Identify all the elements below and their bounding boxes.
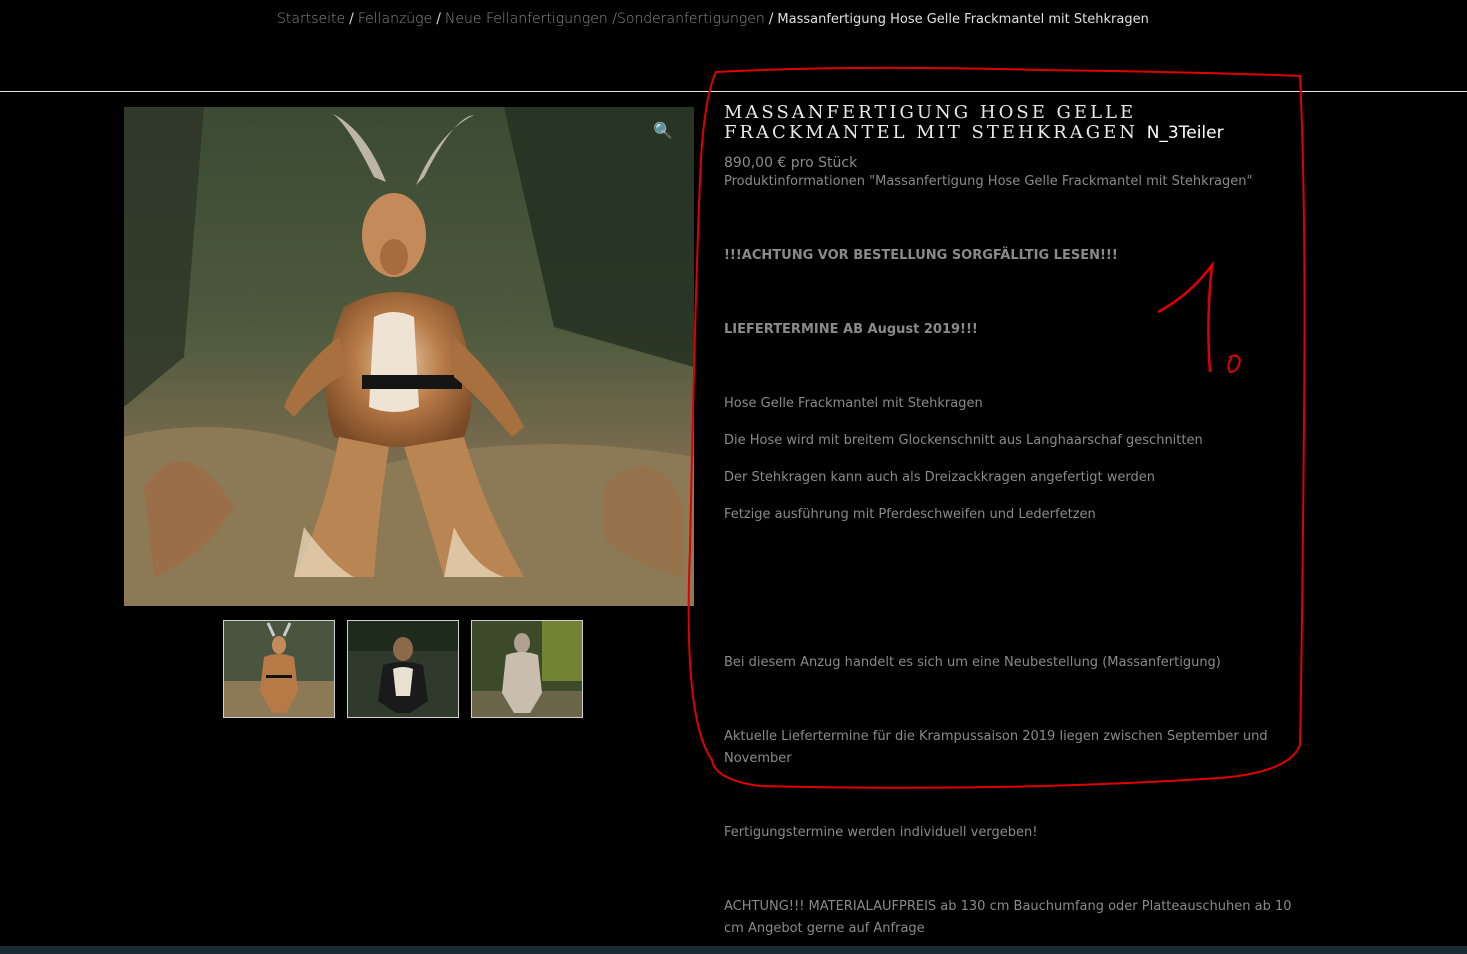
breadcrumb-separator: / [768, 11, 774, 27]
product-title: Massanfertigung Hose Gelle Frackmantel m… [724, 102, 1299, 144]
thumbnail-image [348, 621, 458, 717]
product-summary: Massanfertigung Hose Gelle Frackmantel m… [724, 103, 1299, 940]
description-line: !!!ACHTUNG VOR BESTELLUNG SORGFÄLLTIG LE… [724, 248, 1118, 263]
krampus-costume-photo [124, 107, 694, 606]
thumbnail-1[interactable] [223, 620, 335, 718]
product-price: 890,00 € pro Stück [724, 155, 858, 171]
description-line: Hose Gelle Frackmantel mit Stehkragen [724, 396, 983, 411]
breadcrumb-current: Massanfertigung Hose Gelle Frackmantel m… [777, 12, 1149, 27]
description-line: ACHTUNG!!! MATERIALAUFPREIS ab 130 cm Ba… [724, 899, 1292, 936]
thumbnail-strip [223, 620, 583, 718]
product-main-image[interactable]: 🔍 [124, 107, 694, 606]
description-line: Produktinformationen "Massanfertigung Ho… [724, 174, 1253, 189]
header-divider [0, 91, 1467, 92]
product-tag: N_3Teiler [1146, 123, 1224, 143]
description-line: Bei diesem Anzug handelt es sich um eine… [724, 655, 1221, 670]
bottom-bar [0, 946, 1467, 954]
description-line: Die Hose wird mit breitem Glockenschnitt… [724, 433, 1203, 448]
breadcrumb-link-home[interactable]: Startseite [277, 11, 345, 27]
thumbnail-2[interactable] [347, 620, 459, 718]
thumbnail-image [472, 621, 582, 717]
description-line: Fertigungstermine werden individuell ver… [724, 825, 1038, 840]
description-line: Fetzige ausführung mit Pferdeschweifen u… [724, 507, 1096, 522]
breadcrumb-separator: / [349, 11, 354, 27]
magnifier-icon[interactable]: 🔍 [650, 117, 676, 143]
thumbnail-3[interactable] [471, 620, 583, 718]
description-line: Aktuelle Liefertermine für die Krampussa… [724, 729, 1268, 766]
breadcrumb-separator: / [436, 11, 441, 27]
breadcrumb: Startseite / Fellanzüge / Neue Fellanfertigu… [277, 11, 1149, 27]
breadcrumb-link-fellanzuege[interactable]: Fellanzüge [358, 11, 432, 27]
product-description: Produktinformationen "Massanfertigung Ho… [724, 171, 1299, 940]
description-line: Der Stehkragen kann auch als Dreizackkra… [724, 470, 1156, 485]
description-line: LIEFERTERMINE AB August 2019!!! [724, 322, 978, 337]
breadcrumb-link-neue-fellanfertigungen[interactable]: Neue Fellanfertigungen /Sonderanfertigun… [445, 11, 765, 27]
thumbnail-image [224, 621, 334, 717]
product-title-text: Massanfertigung Hose Gelle Frackmantel m… [724, 102, 1138, 143]
